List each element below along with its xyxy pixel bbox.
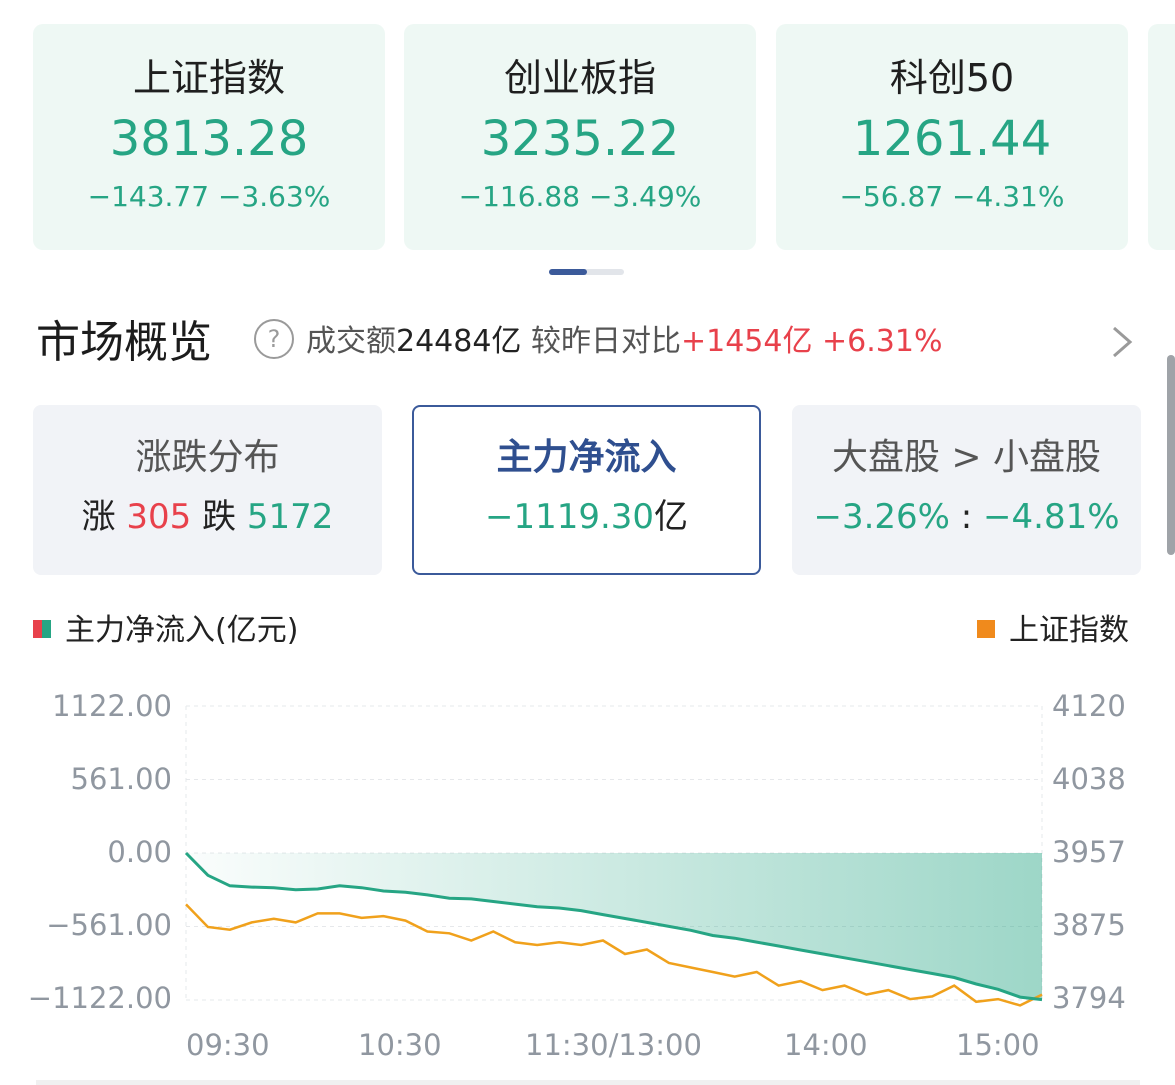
- net-inflow-unit: 亿: [654, 497, 689, 537]
- rise-fall-distribution-card[interactable]: 涨跌分布 涨 305 跌 5172: [33, 405, 382, 575]
- index-value: 3235.22: [480, 111, 680, 167]
- page-scrollbar[interactable]: [1167, 355, 1175, 555]
- index-card-chinext[interactable]: 创业板指 3235.22 −116.88 −3.49%: [404, 24, 756, 250]
- y-right-tick: 4038: [1052, 762, 1126, 796]
- turnover-value: 24484亿: [396, 324, 522, 359]
- x-tick: 09:30: [186, 1028, 270, 1062]
- index-card-sse[interactable]: 上证指数 3813.28 −143.77 −3.63%: [33, 24, 385, 250]
- net-inflow-value: −1119.30亿: [414, 495, 759, 539]
- x-tick: 14:00: [784, 1028, 868, 1062]
- turnover-label: 成交额: [306, 324, 396, 359]
- compare-percent: +6.31%: [822, 324, 943, 359]
- up-count: 305: [126, 497, 192, 537]
- down-label: 跌: [191, 497, 247, 537]
- y-right-tick: 3794: [1052, 981, 1126, 1015]
- section-title: 市场概览: [36, 317, 212, 368]
- y-left-tick: 0.00: [107, 835, 172, 869]
- y-right-tick: 3957: [1052, 835, 1126, 869]
- legend-label: 上证指数: [1009, 613, 1129, 648]
- net-inflow-amount: −1119.30: [484, 497, 655, 537]
- cap-comparison-card[interactable]: 大盘股 > 小盘股 −3.26% : −4.81%: [792, 405, 1141, 575]
- up-label: 涨: [81, 497, 127, 537]
- x-tick: 11:30/13:00: [525, 1028, 702, 1062]
- y-left-tick: −1122.00: [27, 981, 172, 1015]
- compare-label: 较昨日对比: [521, 324, 681, 359]
- card-title: 涨跌分布: [135, 437, 280, 478]
- index-change: −56.87 −4.31%: [839, 180, 1065, 213]
- cap-separator: :: [949, 497, 984, 537]
- index-name: 创业板指: [503, 56, 656, 100]
- index-card-star50[interactable]: 科创50 1261.44 −56.87 −4.31%: [776, 24, 1128, 250]
- x-tick: 10:30: [358, 1028, 442, 1062]
- y-left-tick: 1122.00: [52, 689, 172, 723]
- net-inflow-line: [184, 851, 1043, 1002]
- down-count: 5172: [246, 497, 334, 537]
- index-card-next-partial[interactable]: [1148, 24, 1175, 250]
- carousel-pager: [549, 269, 624, 275]
- legend-label: 主力净流入(亿元): [65, 613, 299, 648]
- y-right-tick: 3875: [1052, 908, 1126, 942]
- card-title: 大盘股 > 小盘股: [831, 437, 1102, 478]
- x-tick: 15:00: [956, 1028, 1040, 1062]
- legend-swatch: [977, 619, 995, 638]
- small-cap-change: −4.81%: [983, 497, 1120, 537]
- index-name: 上证指数: [132, 56, 285, 100]
- turnover-summary: 成交额24484亿 较昨日对比+1454亿 +6.31%: [306, 322, 942, 362]
- index-change: −116.88 −3.49%: [458, 180, 702, 213]
- index-value: 3813.28: [109, 111, 309, 167]
- large-cap-change: −3.26%: [813, 497, 950, 537]
- cap-values: −3.26% : −4.81%: [792, 495, 1141, 539]
- compare-amount: +1454亿: [680, 324, 813, 359]
- y-left-tick: 561.00: [70, 762, 172, 796]
- index-change: −143.77 −3.63%: [87, 180, 331, 213]
- main-net-inflow-card[interactable]: 主力净流入 −1119.30亿: [412, 405, 761, 575]
- pager-active-indicator: [549, 269, 587, 275]
- legend-sse-index: 上证指数: [977, 612, 1129, 650]
- index-value: 1261.44: [852, 111, 1052, 167]
- question-icon[interactable]: ?: [254, 319, 294, 359]
- net-inflow-area: [186, 853, 1042, 1000]
- legend-net-inflow: 主力净流入(亿元): [33, 612, 298, 650]
- divider: [36, 1080, 1140, 1085]
- chevron-right-icon[interactable]: [1106, 322, 1138, 362]
- card-title: 主力净流入: [496, 437, 677, 478]
- legend-swatch: [33, 619, 51, 638]
- y-right-tick: 4120: [1052, 689, 1126, 723]
- y-left-tick: −561.00: [46, 908, 172, 942]
- index-name: 科创50: [889, 56, 1015, 100]
- sse-index-line: [185, 903, 1043, 1007]
- rise-fall-values: 涨 305 跌 5172: [33, 495, 382, 539]
